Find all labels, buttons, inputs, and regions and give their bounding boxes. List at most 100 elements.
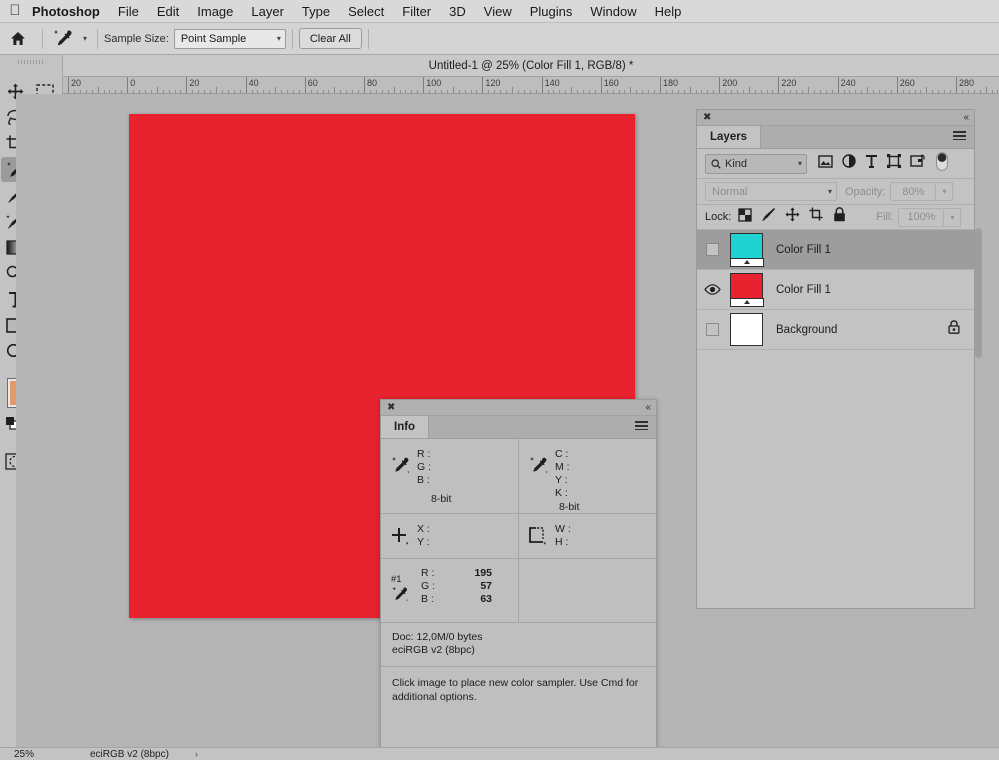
panel-menu-icon[interactable] [953, 126, 974, 148]
home-icon[interactable] [0, 31, 36, 46]
menu-item-plugins[interactable]: Plugins [521, 0, 582, 23]
lock-position-icon[interactable] [785, 207, 800, 227]
menu-item-select[interactable]: Select [339, 0, 393, 23]
filter-smart-object-icon[interactable] [910, 154, 925, 173]
info-panel-titlebar[interactable]: ✖ « [381, 400, 656, 416]
filter-type-icon[interactable] [865, 154, 878, 173]
menu-item-window[interactable]: Window [581, 0, 645, 23]
menu-item-3d[interactable]: 3D [440, 0, 475, 23]
layer-mask-thumbnail[interactable] [729, 297, 764, 307]
menu-item-image[interactable]: Image [188, 0, 242, 23]
menu-item-file[interactable]: File [109, 0, 148, 23]
table-row[interactable]: Background [697, 310, 974, 350]
close-icon[interactable]: ✖ [387, 402, 395, 413]
lock-image-pixels-icon[interactable] [761, 207, 776, 227]
layers-scrollbar[interactable] [975, 228, 982, 358]
opacity-value[interactable]: 80% [890, 182, 937, 201]
chevron-down-icon[interactable]: ▾ [83, 34, 87, 43]
color-sampler-2-slot[interactable] [519, 559, 656, 622]
cmyk-k-key: K : [555, 487, 568, 499]
menu-item-filter[interactable]: Filter [393, 0, 440, 23]
table-row[interactable]: Color Fill 1 [697, 230, 974, 270]
rgb-r-key: R : [417, 448, 431, 460]
ruler-tick-minor [494, 90, 496, 93]
size-readout[interactable]: W : H : [519, 514, 656, 558]
menu-item-view[interactable]: View [475, 0, 521, 23]
apple-logo-icon[interactable]:  [0, 3, 30, 20]
opacity-stepper[interactable]: ▾ [936, 182, 954, 201]
lock-artboard-icon[interactable] [809, 207, 824, 227]
ruler-tick-minor [701, 90, 703, 93]
document-tab-bar[interactable]: Untitled-1 @ 25% (Color Fill 1, RGB/8) * [63, 55, 999, 77]
collapse-icon[interactable]: « [645, 402, 650, 413]
ruler-tick-minor [979, 90, 981, 93]
layer-thumbnail[interactable] [729, 233, 764, 267]
menu-item-layer[interactable]: Layer [242, 0, 293, 23]
divider [42, 28, 43, 49]
blend-mode-select[interactable]: Normal ▾ [705, 182, 837, 201]
layers-panel-titlebar[interactable]: ✖ « [697, 110, 974, 126]
pos-y-value [447, 536, 518, 549]
ruler-tick-minor [340, 90, 342, 93]
layer-visibility-toggle[interactable] [697, 284, 727, 295]
color-sampler-1-readout[interactable]: #1 R : 195 G : 57 B : 63 [381, 559, 519, 622]
layer-visibility-toggle[interactable] [697, 243, 727, 256]
tool-preset-picker[interactable]: ▾ [49, 29, 91, 48]
filter-toggle-icon[interactable] [936, 151, 948, 176]
layer-thumbnail[interactable] [729, 273, 764, 307]
menu-item-edit[interactable]: Edit [148, 0, 188, 23]
fill-stepper[interactable]: ▾ [944, 207, 962, 227]
ruler-tick-minor [488, 90, 490, 93]
ruler-tick-minor [754, 90, 756, 93]
layer-visibility-toggle[interactable] [697, 323, 727, 336]
toolbar-drag-handle[interactable] [0, 55, 62, 69]
cmyk-c-value [585, 448, 656, 461]
photoshop-window:  Photoshop File Edit Image Layer Type S… [0, 0, 999, 760]
ruler-tick-minor [606, 90, 608, 93]
filter-adjustment-icon[interactable] [842, 154, 856, 173]
tab-info[interactable]: Info [381, 416, 430, 438]
layer-kind-filter-select[interactable]: Kind ▾ [705, 153, 807, 174]
filter-pixel-icon[interactable] [818, 154, 833, 173]
cmyk-readout[interactable]: C : M : Y : K : 8-bit [519, 439, 656, 513]
filter-shape-icon[interactable] [887, 154, 901, 173]
ruler-tick-minor [997, 90, 999, 93]
ruler-tick-minor [263, 90, 265, 93]
rgb-readout[interactable]: R : G : B : 8-bit [381, 439, 519, 513]
layer-name[interactable]: Color Fill 1 [763, 244, 974, 256]
table-row[interactable]: Color Fill 1 [697, 270, 974, 310]
layer-mask-thumbnail[interactable] [729, 257, 764, 267]
panel-menu-icon[interactable] [635, 416, 656, 438]
ruler-tick-minor [529, 90, 531, 93]
tab-layers[interactable]: Layers [697, 126, 762, 148]
layer-name[interactable]: Color Fill 1 [763, 284, 974, 296]
layer-thumbnail[interactable] [730, 313, 763, 346]
lock-all-icon[interactable] [833, 207, 846, 227]
zoom-level[interactable]: 25% [0, 749, 60, 760]
ruler-tick-minor [500, 90, 502, 93]
ruler-tick-minor [802, 90, 804, 93]
lock-transparent-pixels-icon[interactable] [738, 207, 752, 227]
ruler-tick-minor [790, 90, 792, 93]
cmyk-y-key: Y : [555, 474, 568, 486]
ruler-tick-minor [849, 90, 851, 93]
menu-item-help[interactable]: Help [646, 0, 691, 23]
collapse-icon[interactable]: « [963, 112, 968, 123]
horizontal-ruler[interactable]: 20 0 20 40 60 80 100 120 140 160 180 200 220 240 260 28… [63, 77, 999, 94]
eyedropper-icon [391, 448, 417, 513]
menu-item-photoshop[interactable]: Photoshop [30, 0, 109, 23]
info-panel-tabbar: Info [381, 416, 656, 439]
ruler-tick-minor [559, 90, 561, 93]
close-icon[interactable]: ✖ [703, 112, 711, 123]
sampler-icon-group: #1 [391, 566, 421, 622]
clear-all-button[interactable]: Clear All [298, 28, 362, 49]
sample-size-select[interactable]: Point Sample ▾ [173, 28, 286, 49]
ruler-tick-minor [192, 90, 194, 93]
position-readout[interactable]: X : Y : [381, 514, 519, 558]
ruler-tick-minor [689, 87, 691, 93]
menu-item-type[interactable]: Type [293, 0, 339, 23]
ruler-tick-minor [731, 90, 733, 93]
layer-name[interactable]: Background [763, 324, 948, 336]
chevron-right-icon[interactable]: › [195, 749, 198, 759]
fill-value[interactable]: 100% [898, 207, 945, 227]
